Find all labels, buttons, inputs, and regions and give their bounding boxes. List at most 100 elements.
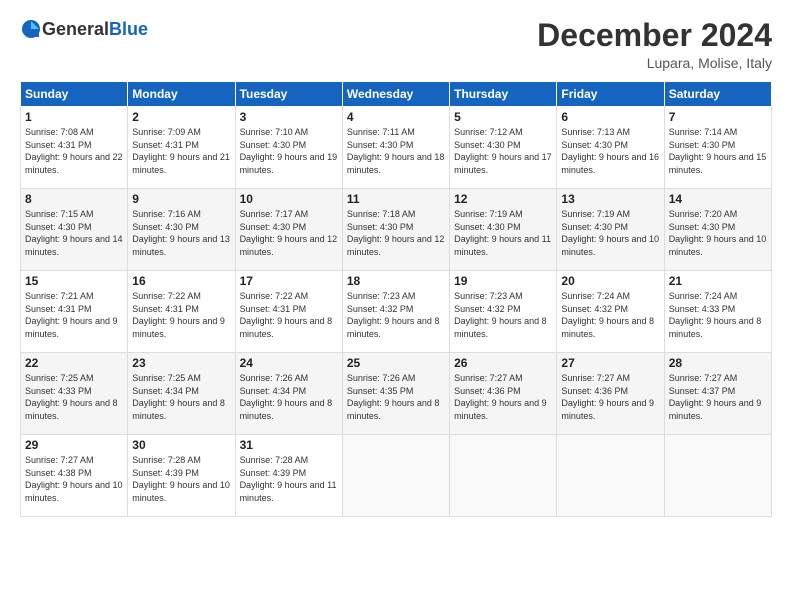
day-info: Sunrise: 7:28 AMSunset: 4:39 PMDaylight:…	[240, 455, 337, 503]
day-number: 8	[25, 192, 123, 206]
day-number: 22	[25, 356, 123, 370]
table-row: 21 Sunrise: 7:24 AMSunset: 4:33 PMDaylig…	[664, 271, 771, 353]
header-saturday: Saturday	[664, 82, 771, 107]
table-row: 28 Sunrise: 7:27 AMSunset: 4:37 PMDaylig…	[664, 353, 771, 435]
table-row: 26 Sunrise: 7:27 AMSunset: 4:36 PMDaylig…	[450, 353, 557, 435]
day-info: Sunrise: 7:17 AMSunset: 4:30 PMDaylight:…	[240, 209, 338, 257]
day-info: Sunrise: 7:27 AMSunset: 4:36 PMDaylight:…	[561, 373, 654, 421]
table-row: 6 Sunrise: 7:13 AMSunset: 4:30 PMDayligh…	[557, 107, 664, 189]
table-row: 23 Sunrise: 7:25 AMSunset: 4:34 PMDaylig…	[128, 353, 235, 435]
table-row: 14 Sunrise: 7:20 AMSunset: 4:30 PMDaylig…	[664, 189, 771, 271]
day-number: 21	[669, 274, 767, 288]
table-row: 29 Sunrise: 7:27 AMSunset: 4:38 PMDaylig…	[21, 435, 128, 517]
logo: GeneralBlue	[20, 18, 148, 40]
day-number: 3	[240, 110, 338, 124]
table-row: 16 Sunrise: 7:22 AMSunset: 4:31 PMDaylig…	[128, 271, 235, 353]
day-info: Sunrise: 7:25 AMSunset: 4:34 PMDaylight:…	[132, 373, 225, 421]
header-thursday: Thursday	[450, 82, 557, 107]
day-info: Sunrise: 7:23 AMSunset: 4:32 PMDaylight:…	[347, 291, 440, 339]
table-row: 12 Sunrise: 7:19 AMSunset: 4:30 PMDaylig…	[450, 189, 557, 271]
table-row: 31 Sunrise: 7:28 AMSunset: 4:39 PMDaylig…	[235, 435, 342, 517]
table-row	[664, 435, 771, 517]
logo-general-text: General	[42, 19, 109, 40]
day-info: Sunrise: 7:19 AMSunset: 4:30 PMDaylight:…	[561, 209, 659, 257]
day-number: 14	[669, 192, 767, 206]
day-number: 5	[454, 110, 552, 124]
header-sunday: Sunday	[21, 82, 128, 107]
day-info: Sunrise: 7:19 AMSunset: 4:30 PMDaylight:…	[454, 209, 551, 257]
calendar: Sunday Monday Tuesday Wednesday Thursday…	[20, 81, 772, 517]
header: GeneralBlue December 2024 Lupara, Molise…	[20, 18, 772, 71]
day-info: Sunrise: 7:28 AMSunset: 4:39 PMDaylight:…	[132, 455, 230, 503]
day-info: Sunrise: 7:10 AMSunset: 4:30 PMDaylight:…	[240, 127, 338, 175]
table-row: 17 Sunrise: 7:22 AMSunset: 4:31 PMDaylig…	[235, 271, 342, 353]
day-number: 6	[561, 110, 659, 124]
table-row: 13 Sunrise: 7:19 AMSunset: 4:30 PMDaylig…	[557, 189, 664, 271]
day-number: 25	[347, 356, 445, 370]
day-info: Sunrise: 7:23 AMSunset: 4:32 PMDaylight:…	[454, 291, 547, 339]
table-row	[450, 435, 557, 517]
table-row: 10 Sunrise: 7:17 AMSunset: 4:30 PMDaylig…	[235, 189, 342, 271]
table-row: 24 Sunrise: 7:26 AMSunset: 4:34 PMDaylig…	[235, 353, 342, 435]
day-number: 19	[454, 274, 552, 288]
table-row: 20 Sunrise: 7:24 AMSunset: 4:32 PMDaylig…	[557, 271, 664, 353]
day-number: 13	[561, 192, 659, 206]
logo-icon	[20, 18, 42, 40]
location: Lupara, Molise, Italy	[537, 55, 772, 71]
month-title: December 2024	[537, 18, 772, 53]
day-info: Sunrise: 7:24 AMSunset: 4:33 PMDaylight:…	[669, 291, 762, 339]
table-row: 7 Sunrise: 7:14 AMSunset: 4:30 PMDayligh…	[664, 107, 771, 189]
table-row	[557, 435, 664, 517]
day-info: Sunrise: 7:16 AMSunset: 4:30 PMDaylight:…	[132, 209, 230, 257]
day-info: Sunrise: 7:09 AMSunset: 4:31 PMDaylight:…	[132, 127, 230, 175]
day-info: Sunrise: 7:25 AMSunset: 4:33 PMDaylight:…	[25, 373, 118, 421]
day-number: 27	[561, 356, 659, 370]
day-number: 23	[132, 356, 230, 370]
day-info: Sunrise: 7:26 AMSunset: 4:34 PMDaylight:…	[240, 373, 333, 421]
header-friday: Friday	[557, 82, 664, 107]
table-row: 15 Sunrise: 7:21 AMSunset: 4:31 PMDaylig…	[21, 271, 128, 353]
day-info: Sunrise: 7:27 AMSunset: 4:38 PMDaylight:…	[25, 455, 123, 503]
day-number: 11	[347, 192, 445, 206]
day-number: 24	[240, 356, 338, 370]
day-info: Sunrise: 7:08 AMSunset: 4:31 PMDaylight:…	[25, 127, 123, 175]
day-info: Sunrise: 7:22 AMSunset: 4:31 PMDaylight:…	[132, 291, 225, 339]
header-tuesday: Tuesday	[235, 82, 342, 107]
day-number: 28	[669, 356, 767, 370]
day-number: 9	[132, 192, 230, 206]
table-row: 5 Sunrise: 7:12 AMSunset: 4:30 PMDayligh…	[450, 107, 557, 189]
table-row: 27 Sunrise: 7:27 AMSunset: 4:36 PMDaylig…	[557, 353, 664, 435]
day-info: Sunrise: 7:11 AMSunset: 4:30 PMDaylight:…	[347, 127, 445, 175]
day-info: Sunrise: 7:14 AMSunset: 4:30 PMDaylight:…	[669, 127, 767, 175]
day-number: 26	[454, 356, 552, 370]
table-row: 19 Sunrise: 7:23 AMSunset: 4:32 PMDaylig…	[450, 271, 557, 353]
day-info: Sunrise: 7:22 AMSunset: 4:31 PMDaylight:…	[240, 291, 333, 339]
table-row: 18 Sunrise: 7:23 AMSunset: 4:32 PMDaylig…	[342, 271, 449, 353]
table-row: 11 Sunrise: 7:18 AMSunset: 4:30 PMDaylig…	[342, 189, 449, 271]
table-row: 3 Sunrise: 7:10 AMSunset: 4:30 PMDayligh…	[235, 107, 342, 189]
day-info: Sunrise: 7:20 AMSunset: 4:30 PMDaylight:…	[669, 209, 767, 257]
table-row: 22 Sunrise: 7:25 AMSunset: 4:33 PMDaylig…	[21, 353, 128, 435]
logo-blue-text: Blue	[109, 19, 148, 40]
table-row: 25 Sunrise: 7:26 AMSunset: 4:35 PMDaylig…	[342, 353, 449, 435]
day-number: 18	[347, 274, 445, 288]
title-section: December 2024 Lupara, Molise, Italy	[537, 18, 772, 71]
day-info: Sunrise: 7:26 AMSunset: 4:35 PMDaylight:…	[347, 373, 440, 421]
day-number: 16	[132, 274, 230, 288]
day-number: 15	[25, 274, 123, 288]
day-number: 4	[347, 110, 445, 124]
header-monday: Monday	[128, 82, 235, 107]
page: GeneralBlue December 2024 Lupara, Molise…	[0, 0, 792, 612]
day-number: 7	[669, 110, 767, 124]
day-info: Sunrise: 7:24 AMSunset: 4:32 PMDaylight:…	[561, 291, 654, 339]
day-info: Sunrise: 7:12 AMSunset: 4:30 PMDaylight:…	[454, 127, 552, 175]
day-number: 31	[240, 438, 338, 452]
day-number: 10	[240, 192, 338, 206]
day-info: Sunrise: 7:21 AMSunset: 4:31 PMDaylight:…	[25, 291, 118, 339]
day-number: 1	[25, 110, 123, 124]
table-row: 8 Sunrise: 7:15 AMSunset: 4:30 PMDayligh…	[21, 189, 128, 271]
day-number: 30	[132, 438, 230, 452]
day-info: Sunrise: 7:15 AMSunset: 4:30 PMDaylight:…	[25, 209, 123, 257]
day-number: 17	[240, 274, 338, 288]
table-row: 4 Sunrise: 7:11 AMSunset: 4:30 PMDayligh…	[342, 107, 449, 189]
